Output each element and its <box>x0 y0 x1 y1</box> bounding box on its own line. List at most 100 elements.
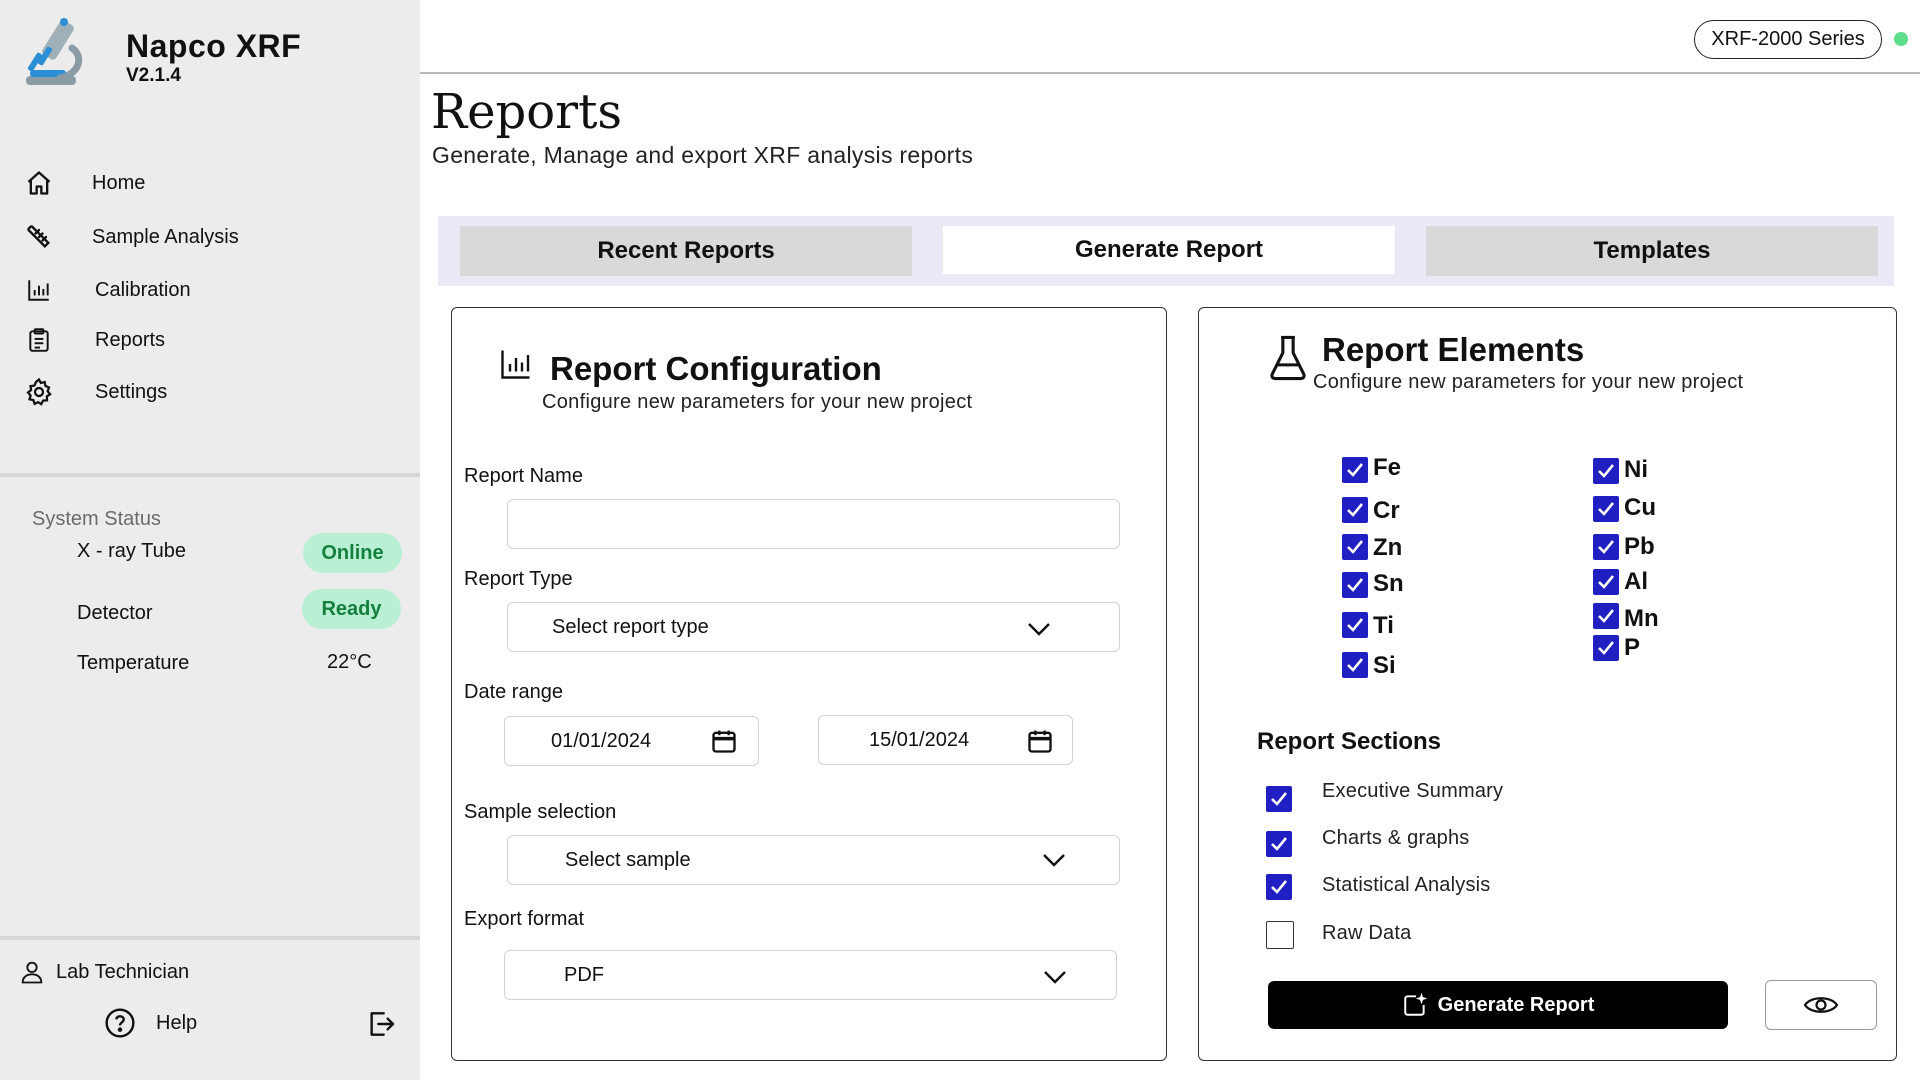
connection-status-dot <box>1894 32 1908 46</box>
element-checkbox-mn[interactable] <box>1593 603 1619 629</box>
nav-reports[interactable]: Reports <box>0 317 420 363</box>
element-label: Ni <box>1624 456 1648 483</box>
element-label: Pb <box>1624 533 1655 560</box>
eye-icon <box>1803 997 1839 1013</box>
element-label: Si <box>1373 652 1396 679</box>
element-label: Al <box>1624 568 1648 595</box>
gear-icon <box>24 377 54 407</box>
nav-settings[interactable]: Settings <box>0 369 420 415</box>
report-type-label: Report Type <box>464 568 573 590</box>
element-label: Cu <box>1624 494 1656 521</box>
sidebar: Napco XRF V2.1.4 Home Sample Analysis Ca… <box>0 0 420 1080</box>
preview-button[interactable] <box>1765 980 1877 1030</box>
app-version: V2.1.4 <box>126 65 181 86</box>
test-tube-icon <box>24 222 54 252</box>
user-profile[interactable]: Lab Technician <box>18 958 189 986</box>
user-role: Lab Technician <box>56 960 190 983</box>
report-name-input[interactable] <box>507 499 1120 549</box>
export-format-label: Export format <box>464 908 585 930</box>
nav-home-label: Home <box>92 171 146 194</box>
element-label: P <box>1624 634 1641 661</box>
nav-calibration-label: Calibration <box>95 278 191 301</box>
clipboard-icon <box>24 325 54 355</box>
check-icon <box>1347 503 1364 517</box>
calendar-icon[interactable] <box>1026 727 1054 755</box>
tab-recent-reports[interactable]: Recent Reports <box>460 226 912 276</box>
chevron-down-icon <box>1043 854 1065 867</box>
sidebar-footer-divider <box>0 936 420 940</box>
report-elements-title: Report Elements <box>1322 331 1585 368</box>
detector-status-badge: Ready <box>302 589 401 629</box>
calendar-icon[interactable] <box>710 727 738 755</box>
check-icon <box>1347 463 1364 477</box>
element-checkbox-sn[interactable] <box>1342 572 1368 598</box>
section-label: Statistical Analysis <box>1322 874 1491 896</box>
element-checkbox-pb[interactable] <box>1593 534 1619 560</box>
element-label: Mn <box>1624 605 1659 632</box>
microscope-logo <box>26 18 83 85</box>
report-type-select[interactable]: Select report type <box>507 602 1120 652</box>
section-checkbox-executive-summary[interactable] <box>1266 786 1292 812</box>
element-checkbox-cu[interactable] <box>1593 496 1619 522</box>
chevron-down-icon <box>1028 623 1050 636</box>
section-checkbox-raw-data[interactable] <box>1266 921 1294 949</box>
date-from-value: 01/01/2024 <box>551 729 652 752</box>
date-to-value: 15/01/2024 <box>869 728 970 751</box>
bar-chart-icon <box>24 275 54 305</box>
element-checkbox-ti[interactable] <box>1342 612 1368 638</box>
date-range-label: Date range <box>464 681 563 703</box>
report-elements-panel: Report Elements Configure new parameters… <box>1198 307 1897 1061</box>
check-icon <box>1598 575 1615 589</box>
check-icon <box>1598 540 1615 554</box>
nav-calibration[interactable]: Calibration <box>0 267 420 313</box>
logout-icon[interactable] <box>365 1008 397 1040</box>
element-checkbox-fe[interactable] <box>1342 457 1368 483</box>
check-icon <box>1271 837 1288 851</box>
element-checkbox-ni[interactable] <box>1593 458 1619 484</box>
section-label: Raw Data <box>1322 922 1412 944</box>
date-to-input[interactable]: 15/01/2024 <box>818 715 1073 765</box>
nav-reports-label: Reports <box>95 328 166 351</box>
xray-status-badge: Online <box>303 533 402 573</box>
header-divider <box>420 72 1920 74</box>
report-configuration-panel: Report Configuration Configure new param… <box>451 307 1167 1061</box>
sample-select[interactable]: Select sample <box>507 835 1120 885</box>
check-icon <box>1347 658 1364 672</box>
tab-templates[interactable]: Templates <box>1426 226 1878 276</box>
element-label: Sn <box>1373 570 1404 597</box>
bar-chart-icon <box>501 350 530 379</box>
date-from-input[interactable]: 01/01/2024 <box>504 716 759 766</box>
export-format-value: PDF <box>564 963 604 986</box>
section-checkbox-statistical-analysis[interactable] <box>1266 874 1292 900</box>
nav-home[interactable]: Home <box>0 160 420 206</box>
element-checkbox-si[interactable] <box>1342 652 1368 678</box>
element-checkbox-zn[interactable] <box>1342 534 1368 560</box>
series-selector[interactable]: XRF-2000 Series <box>1694 20 1882 59</box>
help-icon <box>105 1008 135 1038</box>
report-sections-title: Report Sections <box>1257 728 1442 755</box>
export-format-select[interactable]: PDF <box>504 950 1117 1000</box>
sidebar-divider <box>0 473 420 477</box>
app-name: Napco XRF <box>126 28 302 64</box>
detector-label: Detector <box>77 602 153 624</box>
sparkle-document-icon <box>1403 992 1427 1016</box>
help-button[interactable]: Help <box>104 1007 197 1039</box>
flask-icon <box>1270 335 1306 381</box>
check-icon <box>1598 464 1615 478</box>
report-configuration-subtitle: Configure new parameters for your new pr… <box>542 391 973 413</box>
system-status-title: System Status <box>32 508 161 530</box>
tab-generate-report[interactable]: Generate Report <box>943 226 1395 274</box>
element-checkbox-al[interactable] <box>1593 569 1619 595</box>
page-subtitle: Generate, Manage and export XRF analysis… <box>432 142 974 168</box>
section-label: Executive Summary <box>1322 780 1504 802</box>
element-checkbox-p[interactable] <box>1593 635 1619 661</box>
check-icon <box>1598 641 1615 655</box>
help-label: Help <box>156 1011 198 1034</box>
section-checkbox-charts-graphs[interactable] <box>1266 831 1292 857</box>
generate-report-button[interactable]: Generate Report <box>1268 981 1728 1029</box>
report-type-value: Select report type <box>552 615 709 638</box>
element-checkbox-cr[interactable] <box>1342 497 1368 523</box>
sample-value: Select sample <box>565 848 691 871</box>
nav-sample-analysis[interactable]: Sample Analysis <box>0 214 420 260</box>
report-configuration-title: Report Configuration <box>550 350 882 387</box>
